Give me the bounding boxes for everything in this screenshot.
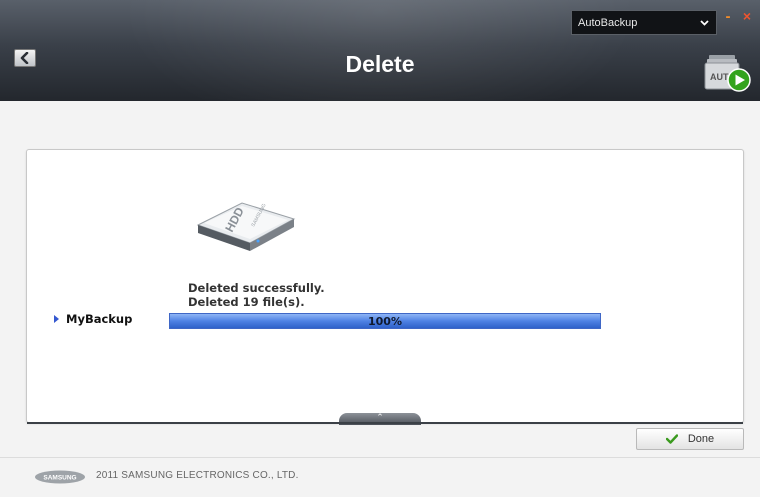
page-title: Delete <box>345 51 415 77</box>
copyright-text: 2011 SAMSUNG ELECTRONICS CO., LTD. <box>96 470 299 481</box>
checkmark-icon <box>665 434 678 444</box>
backup-item-label: MyBackup <box>66 312 133 326</box>
progress-bar: 100% <box>169 313 601 329</box>
backup-item-mybackup[interactable]: MyBackup <box>54 312 132 326</box>
profile-select[interactable]: AutoBackup <box>571 10 717 35</box>
samsung-logo: SAMSUNG <box>35 470 85 484</box>
done-button[interactable]: Done <box>636 428 744 450</box>
hdd-icon: HDD SAMSUNG <box>196 202 296 251</box>
progress-percent: 100% <box>368 314 402 328</box>
minimize-button[interactable]: - <box>721 8 735 25</box>
close-button[interactable]: × <box>740 8 754 24</box>
status-message: Deleted successfully. <box>188 281 325 295</box>
footer-divider <box>0 457 760 458</box>
chevron-down-icon <box>700 19 709 26</box>
svg-text:SAMSUNG: SAMSUNG <box>43 475 76 482</box>
delete-progress-panel: HDD SAMSUNG Deleted successfully. Delete… <box>26 149 744 425</box>
card-divider <box>27 422 743 424</box>
autobackup-icon[interactable]: AUTO <box>703 53 751 93</box>
expand-arrow-icon <box>54 315 59 323</box>
done-button-label: Done <box>687 433 715 445</box>
app-header: Delete AutoBackup - × AUTO <box>0 0 760 101</box>
profile-select-value: AutoBackup <box>578 16 638 29</box>
deleted-count-message: Deleted 19 file(s). <box>188 295 305 309</box>
